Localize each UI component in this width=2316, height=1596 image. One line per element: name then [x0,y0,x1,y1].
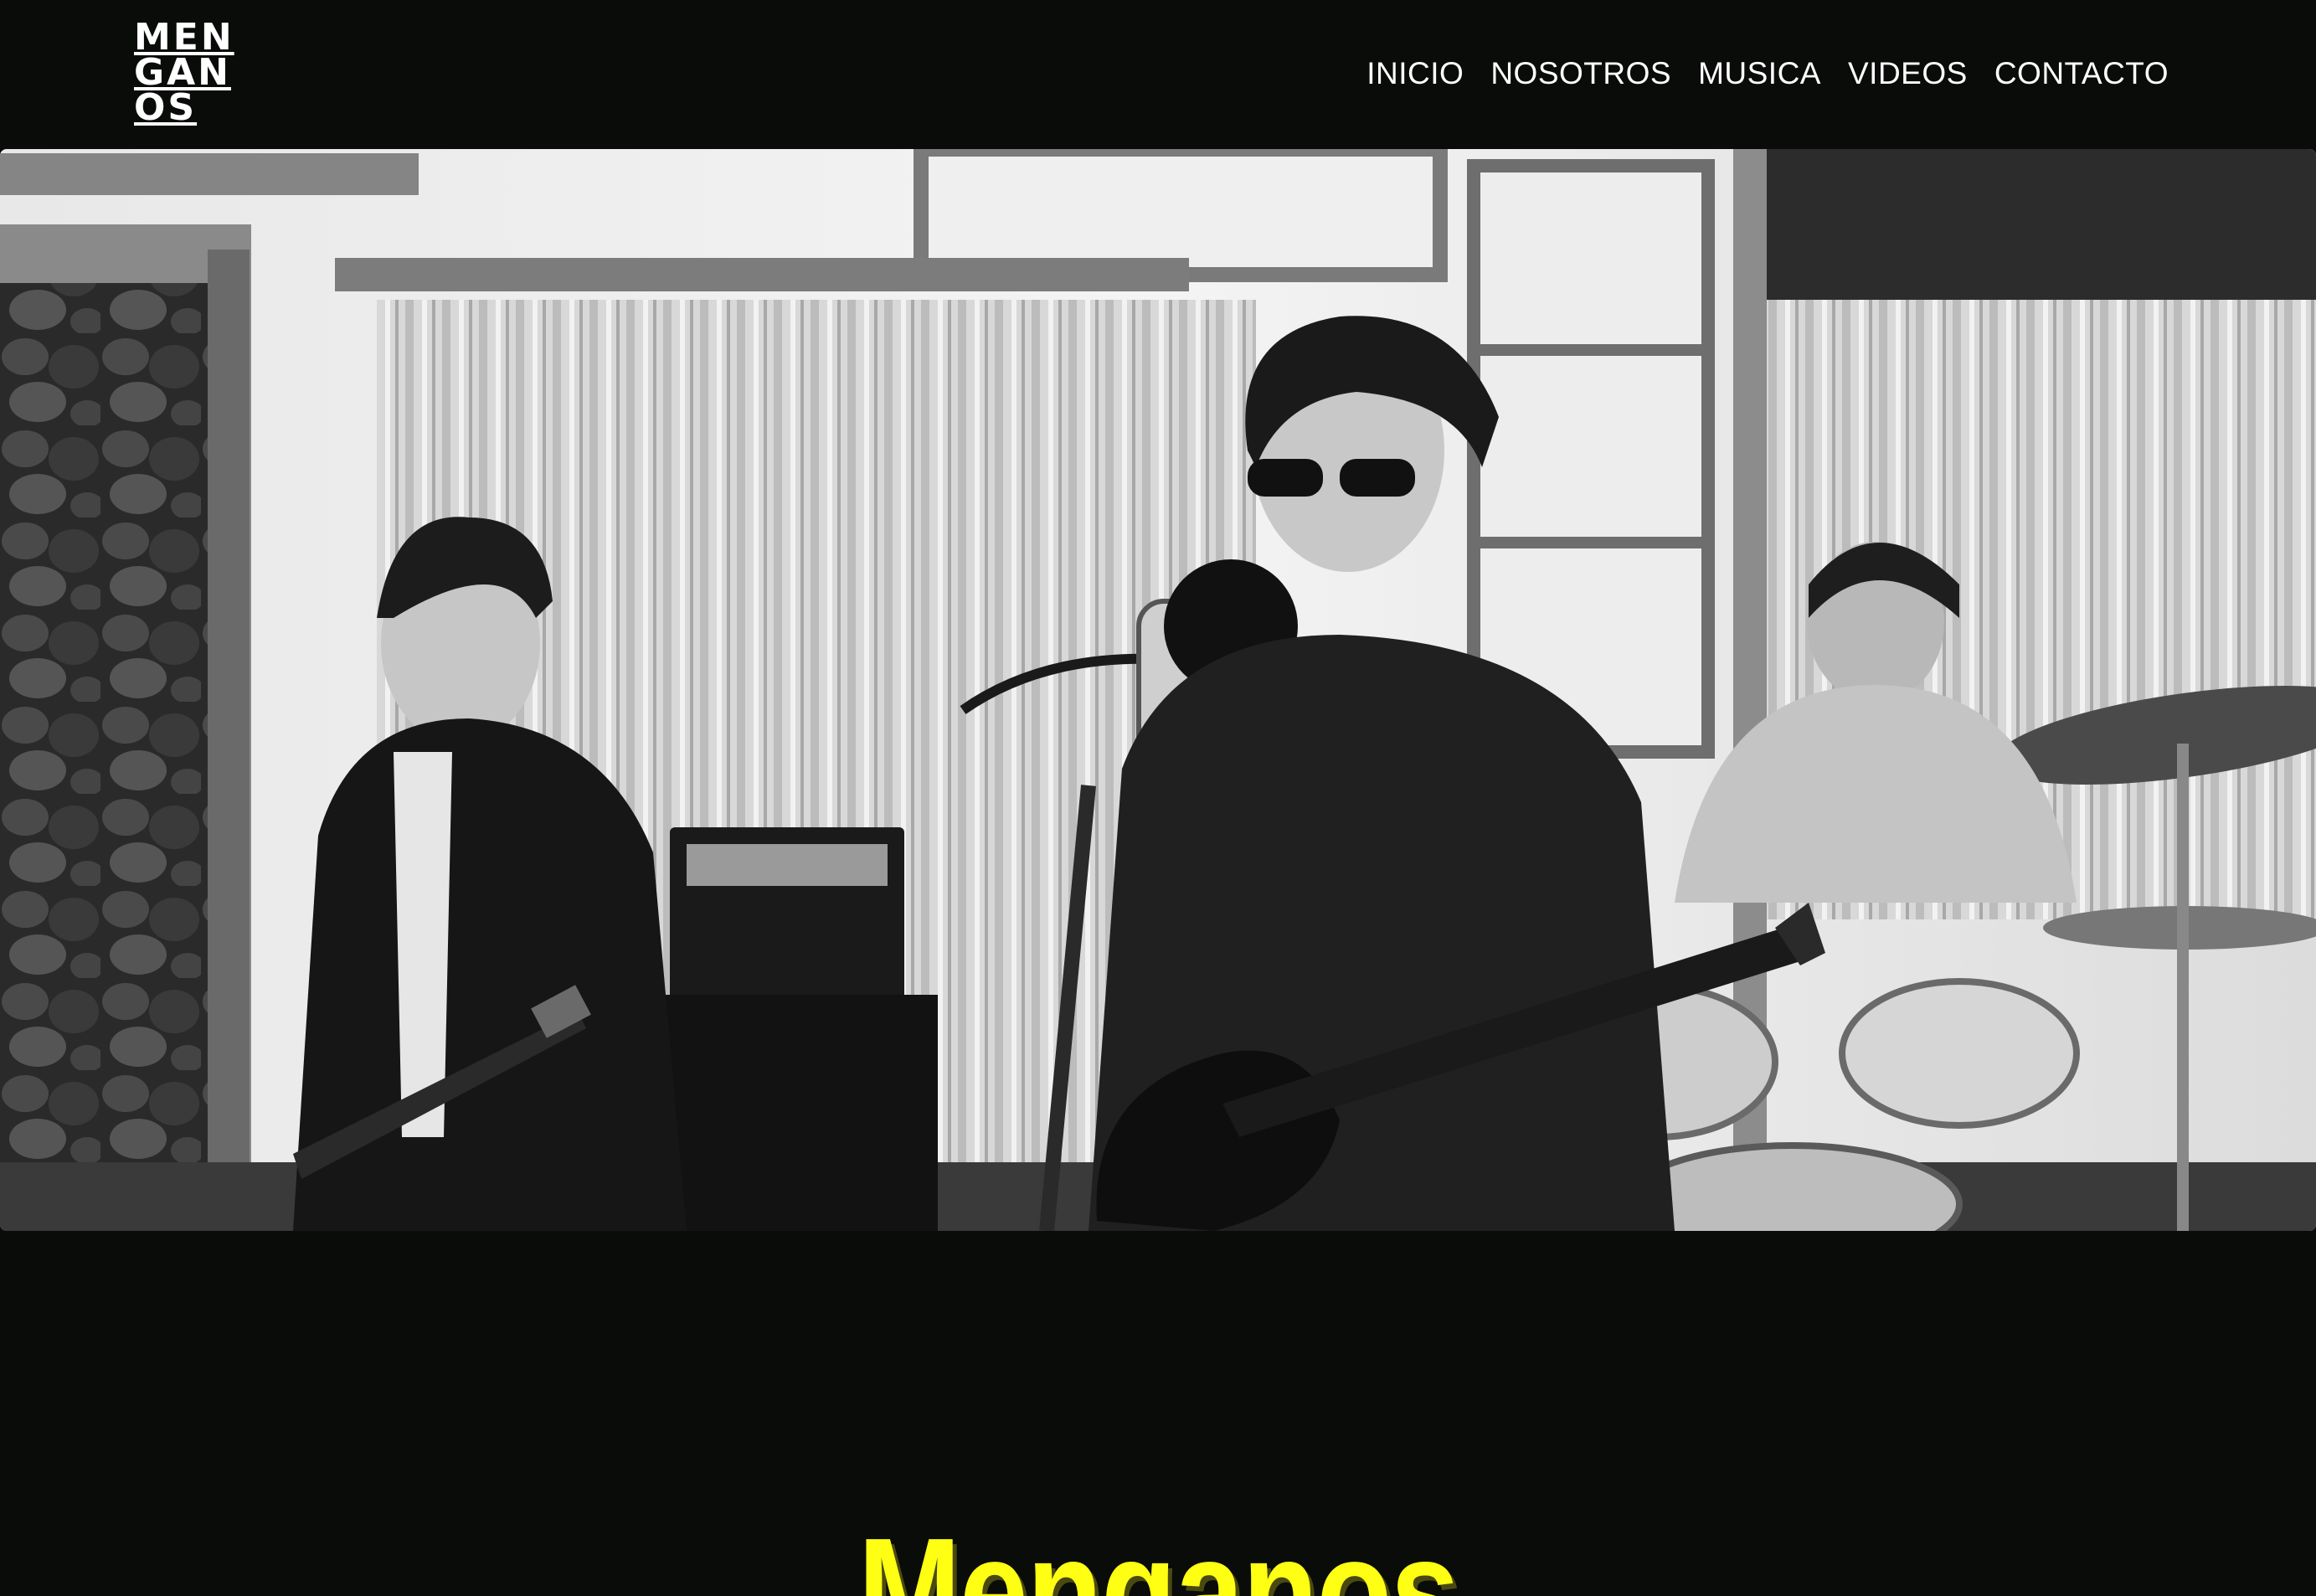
nav-item-musica[interactable]: MUSICA [1698,52,1821,95]
logo-line-2: GAN [134,51,231,94]
site-logo[interactable]: MEN GAN OS [134,16,251,131]
nav-item-nosotros[interactable]: NOSOTROS [1490,52,1671,95]
nav-item-inicio[interactable]: INICIO [1366,52,1464,95]
main-nav: INICIO NOSOTROS MUSICA VIDEOS CONTACTO [1366,52,2169,95]
logo-line-1: MEN [134,16,234,59]
site-header: MEN GAN OS INICIO NOSOTROS MUSICA VIDEOS… [0,0,2316,149]
nav-item-contacto[interactable]: CONTACTO [1994,52,2169,95]
hero-band-photo [0,149,2316,1231]
page: MEN GAN OS INICIO NOSOTROS MUSICA VIDEOS… [0,0,2316,1596]
nav-item-videos[interactable]: VIDEOS [1848,52,1968,95]
logo-line-3: OS [134,86,198,129]
band-title: Menganos [857,1506,1459,1596]
band-photo-icon [0,149,2316,1231]
